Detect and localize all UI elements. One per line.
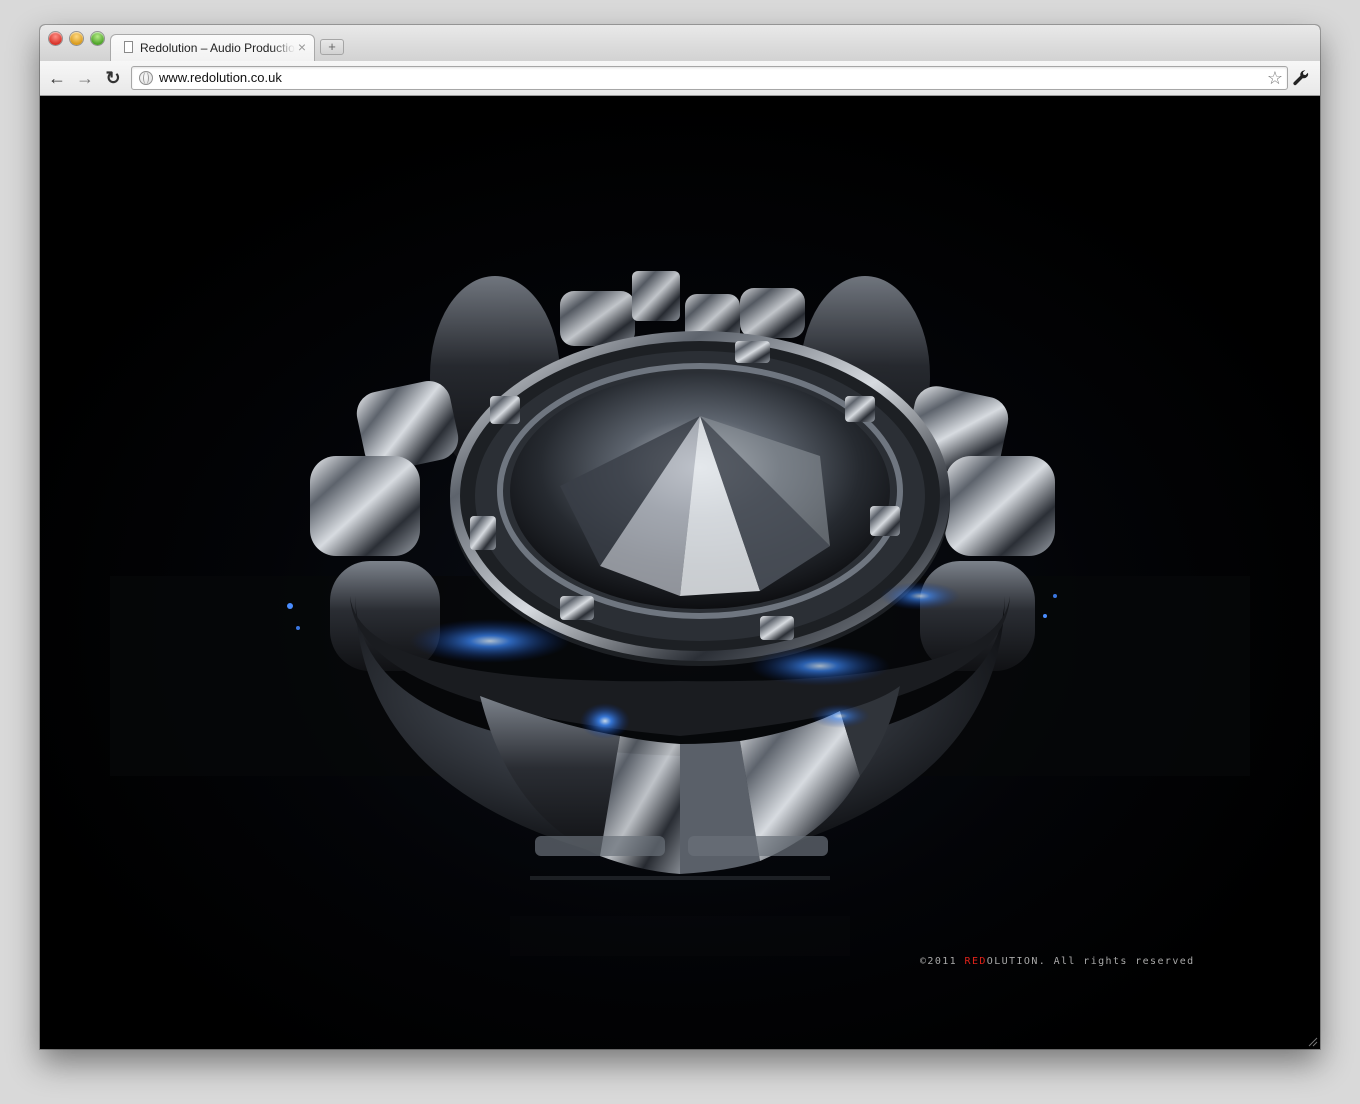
copyright-footer: ©2011 REDOLUTION. All rights reserved	[920, 956, 1195, 967]
reload-icon[interactable]: ↻	[102, 67, 124, 89]
url-text[interactable]: www.redolution.co.uk	[159, 70, 282, 85]
copyright-prefix: ©2011	[920, 956, 965, 967]
title-bar: Redolution – Audio Production × +	[40, 25, 1320, 61]
bookmark-star-icon[interactable]: ☆	[1267, 67, 1283, 89]
browser-window: Redolution – Audio Production × + ← → ↻ …	[40, 25, 1320, 1049]
hero-speaker-render	[40, 96, 1320, 1049]
back-arrow-icon[interactable]: ←	[46, 67, 68, 89]
page-icon	[124, 41, 133, 53]
wrench-icon[interactable]	[1291, 68, 1311, 88]
window-minimize-button[interactable]	[70, 32, 83, 45]
resize-grip-icon[interactable]	[1306, 1035, 1318, 1047]
browser-toolbar: ← → ↻ www.redolution.co.uk ☆	[40, 61, 1320, 96]
tab-close-icon[interactable]: ×	[298, 39, 306, 55]
rights-text: . All rights reserved	[1038, 956, 1195, 967]
address-bar[interactable]: www.redolution.co.uk ☆	[131, 66, 1288, 90]
globe-icon	[139, 71, 153, 85]
brand-red-part: RED	[964, 956, 987, 967]
window-close-button[interactable]	[49, 32, 62, 45]
page-viewport: ©2011 REDOLUTION. All rights reserved	[40, 96, 1320, 1049]
forward-arrow-icon[interactable]: →	[74, 67, 96, 89]
tab-title: Redolution – Audio Production	[140, 41, 295, 55]
new-tab-button[interactable]: +	[320, 39, 344, 55]
window-zoom-button[interactable]	[91, 32, 104, 45]
brand-rest-part: OLUTION	[986, 956, 1039, 967]
browser-tab[interactable]: Redolution – Audio Production ×	[110, 34, 315, 61]
